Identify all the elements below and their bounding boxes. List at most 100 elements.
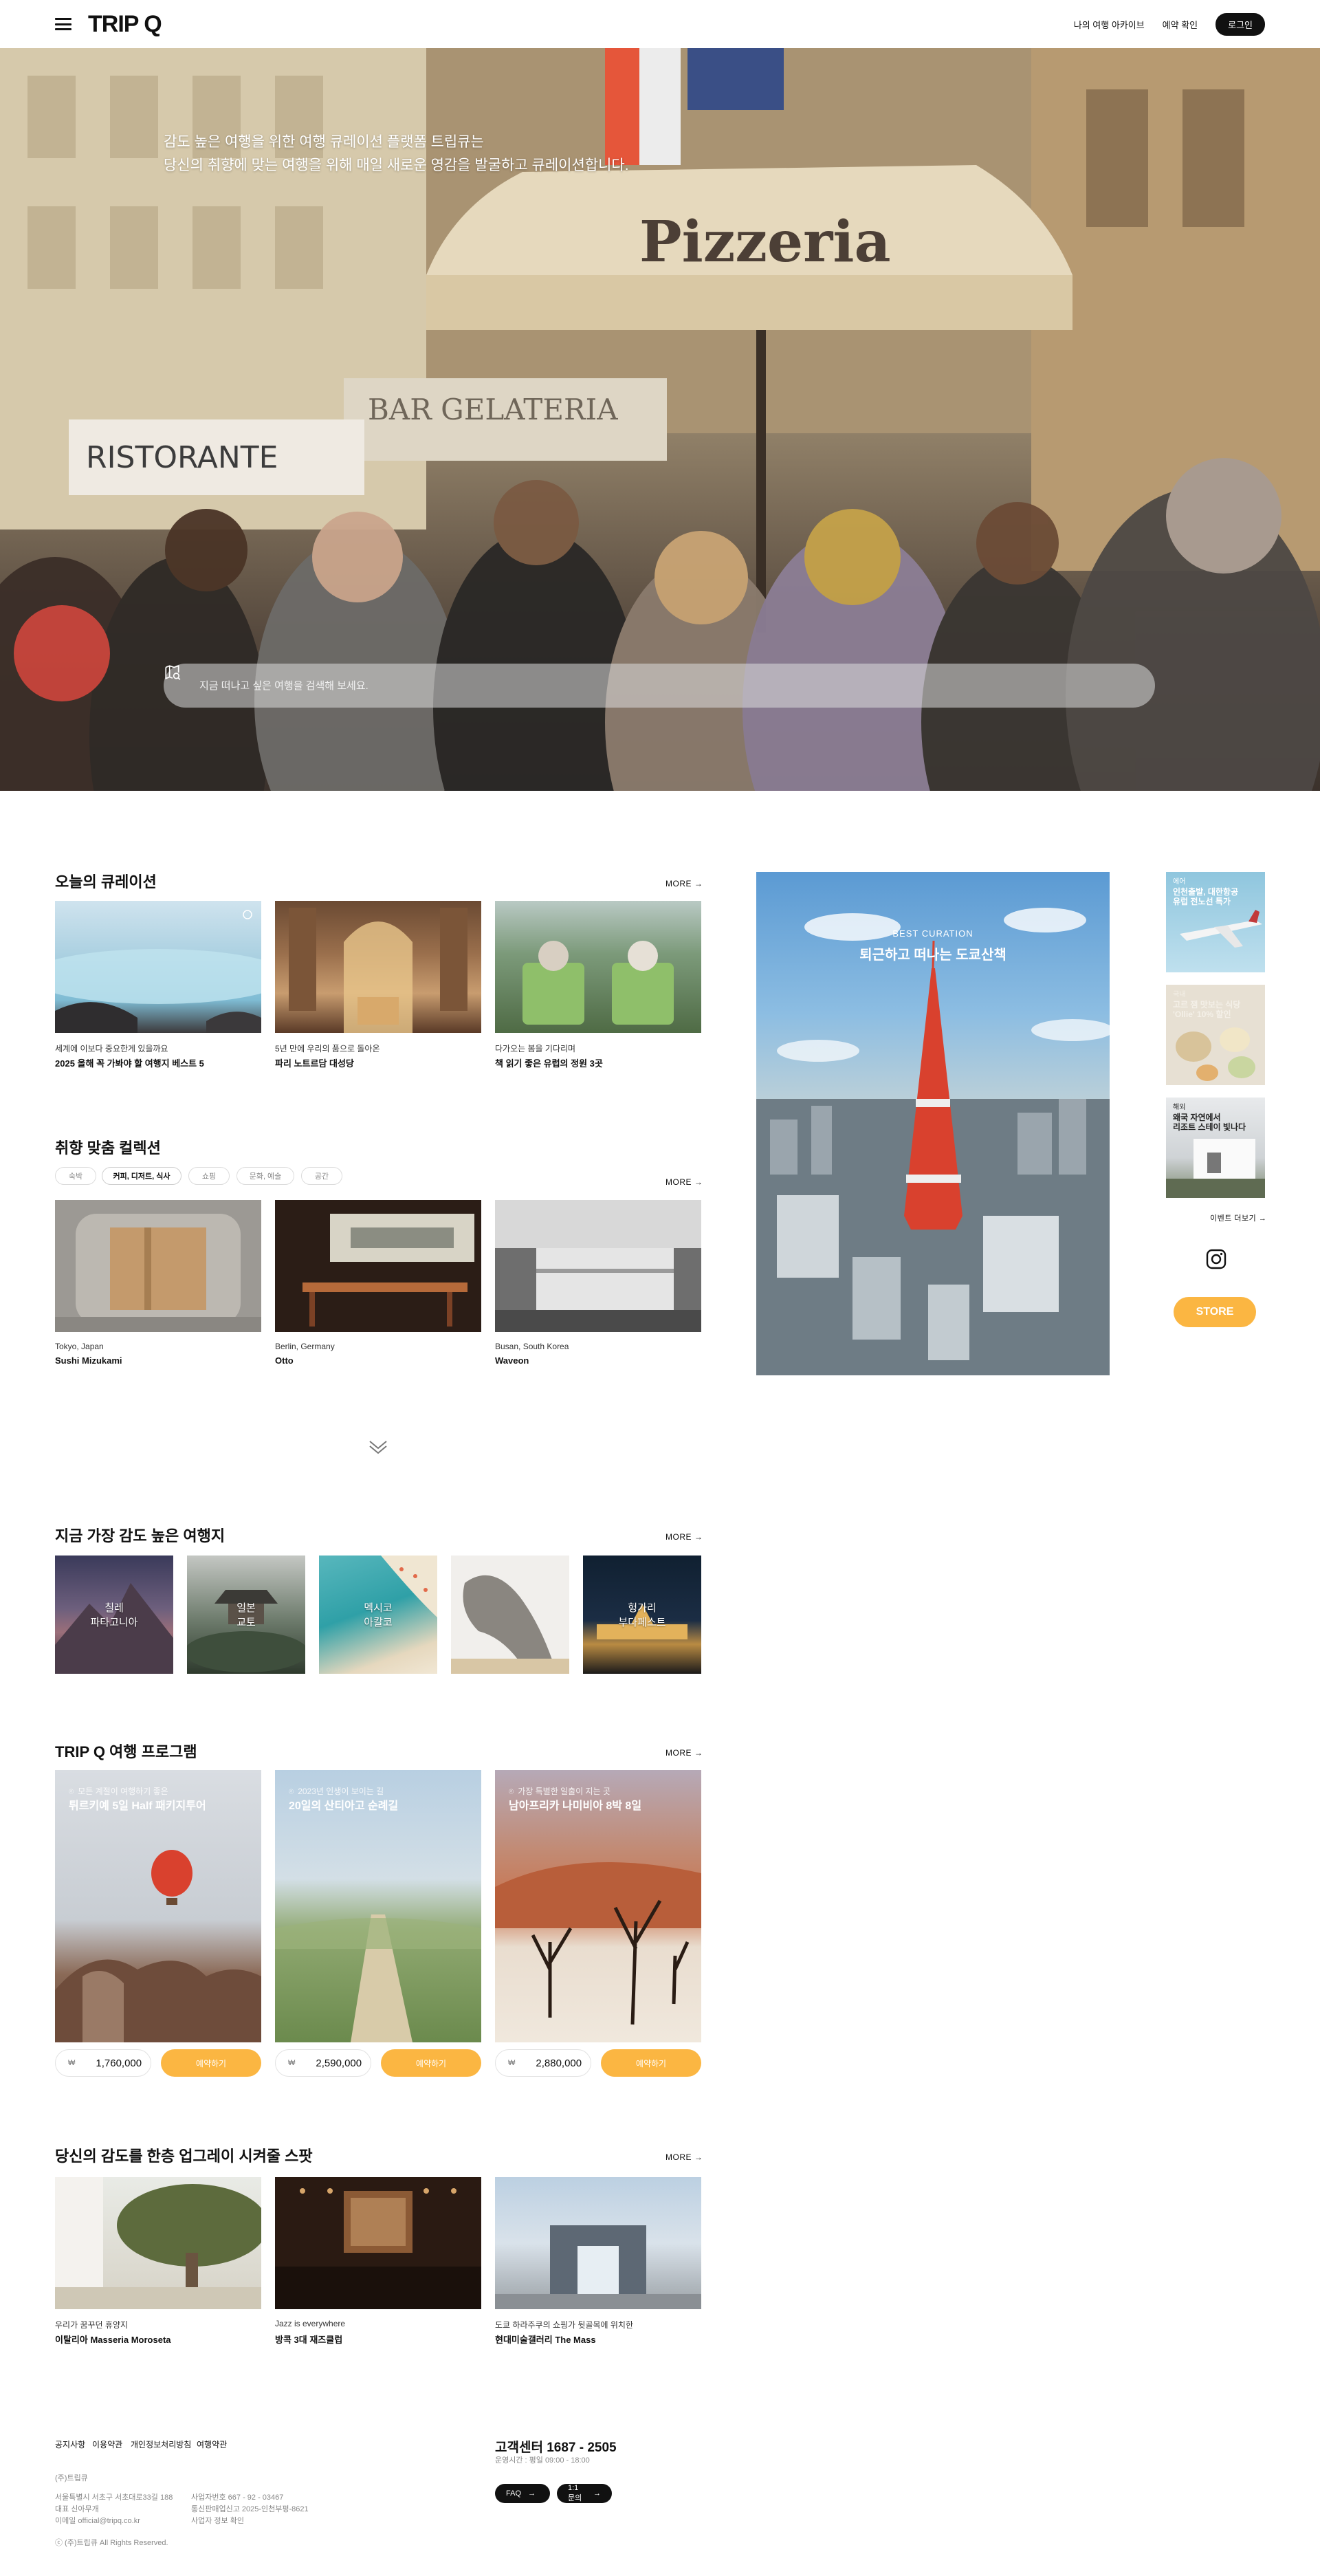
taste-card-image-2[interactable] — [275, 1200, 481, 1332]
program-card-2[interactable]: ⌾ 2023년 인생이 보이는 길 20일의 산티아고 순례길 — [275, 1770, 481, 2042]
business-info-link[interactable]: 사업자 정보 확인 — [191, 2515, 309, 2527]
taste-more-link[interactable]: MORE → — [666, 1177, 703, 1187]
upgrade-card-image-1[interactable] — [55, 2177, 261, 2309]
upgrade-card-title-3[interactable]: 현대미술갤러리 The Mass — [495, 2333, 596, 2346]
today-card-title-3[interactable]: 책 읽기 좋은 유럽의 정원 3곳 — [495, 1056, 603, 1069]
side-banner-text-2: 국내 고르 잼 맛보는 식당 'Ollie' 10% 할인 — [1173, 991, 1241, 1019]
store-button[interactable]: STORE — [1174, 1297, 1256, 1327]
garden-chairs-photo — [522, 941, 674, 1025]
scroll-down-chevron-icon[interactable] — [368, 1439, 388, 1455]
destination-patagonia[interactable]: 칠레 파타고니아 — [55, 1556, 173, 1674]
chip-space[interactable]: 공간 — [301, 1167, 342, 1185]
upgrade-card-sub-3: 도쿄 하라주쿠의 쇼핑가 뒷골목에 위치한 — [495, 2320, 634, 2330]
svg-text:BAR GELATERIA: BAR GELATERIA — [368, 393, 618, 426]
taste-card-image-1[interactable] — [55, 1200, 261, 1332]
today-card-image-1[interactable] — [55, 901, 261, 1033]
footer-travel-terms-link[interactable]: 여행약관 — [197, 2438, 227, 2450]
footer-copyright: ⓒ (주)트립큐 All Rights Reserved. — [55, 2539, 168, 2547]
upgrade-card-title-2[interactable]: 방콕 3대 재즈클럽 — [275, 2333, 342, 2346]
nav-booking-check[interactable]: 예약 확인 — [1163, 18, 1198, 31]
program-book-button-1[interactable]: 예약하기 — [161, 2049, 261, 2077]
location-pin-icon: ⌾ — [509, 1787, 514, 1796]
feature-tokyo-banner[interactable]: BEST CURATION 퇴근하고 떠나는 도쿄산책 — [756, 872, 1110, 1375]
search-bar — [164, 664, 1155, 708]
destinations-more-link[interactable]: MORE → — [666, 1532, 703, 1542]
arrow-right-icon: → — [593, 2489, 601, 2498]
search-input[interactable] — [199, 679, 1119, 692]
map-search-icon[interactable] — [164, 664, 182, 681]
destination-kyoto[interactable]: 일본 교토 — [187, 1556, 305, 1674]
today-card-title-1[interactable]: 2025 올해 꼭 가봐야 할 여행지 베스트 5 — [55, 1056, 204, 1069]
program-book-button-2[interactable]: 예약하기 — [381, 2049, 481, 2077]
lagoon-photo — [55, 910, 261, 1033]
login-button[interactable]: 로그인 — [1216, 12, 1265, 36]
nav-my-archive[interactable]: 나의 여행 아카이브 — [1074, 18, 1145, 31]
sushi-restaurant-photo — [55, 1214, 261, 1332]
destination-sculpture[interactable] — [451, 1556, 569, 1674]
program-card-3[interactable]: ⌾ 가장 특별한 일출이 지는 곳 남아프리카 나미비아 8박 8일 — [495, 1770, 701, 2042]
upgrade-card-image-2[interactable] — [275, 2177, 481, 2309]
masseria-olive-tree-photo — [55, 2177, 261, 2309]
faq-button[interactable]: FAQ → — [495, 2484, 550, 2503]
chip-stay[interactable]: 숙박 — [55, 1167, 96, 1185]
taste-collection-title: 취향 맞춤 컬렉션 — [55, 1139, 161, 1157]
footer-company-name: (주)트립큐 — [55, 2474, 88, 2482]
upgrade-card-sub-1: 우리가 꿈꾸던 휴양지 — [55, 2320, 129, 2330]
taste-card-sub-3: Busan, South Korea — [495, 1342, 569, 1351]
destination-budapest[interactable]: 헝가리 부다페스트 — [583, 1556, 701, 1674]
side-banner-food[interactable]: 국내 고르 잼 맛보는 식당 'Ollie' 10% 할인 — [1166, 985, 1265, 1085]
footer-privacy-link[interactable]: 개인정보처리방침 — [131, 2438, 191, 2450]
program-card-1[interactable]: ⌾ 모든 계절이 여행하기 좋은 튀르키예 5일 Half 패키지투어 — [55, 1770, 261, 2042]
today-card-sub-1: 세계에 이보다 중요한게 있을까요 — [55, 1044, 168, 1054]
header: TRIP Q 나의 여행 아카이브 예약 확인 로그인 — [0, 0, 1320, 48]
footer-info-col-2: 사업자번호 667 - 92 - 03467 통신판매업신고 2025-인천부평-… — [191, 2492, 309, 2527]
taste-card-title-1[interactable]: Sushi Mizukami — [55, 1355, 122, 1366]
today-curation-title: 오늘의 큐레이션 — [55, 873, 157, 891]
upgrade-card-title-1[interactable]: 이탈리아 Masseria Moroseta — [55, 2333, 171, 2346]
upgrade-card-image-3[interactable] — [495, 2177, 701, 2309]
upgrade-spots-title: 당신의 감도를 한층 업그레이 시켜줄 스팟 — [55, 2148, 313, 2165]
events-more-link[interactable]: 이벤트 더보기 → — [1210, 1212, 1266, 1223]
feature-title: 퇴근하고 떠나는 도쿄산책 — [859, 948, 1006, 963]
inquiry-button[interactable]: 1:1 문의 → — [557, 2484, 612, 2503]
chip-food[interactable]: 커피, 디저트, 식사 — [102, 1167, 182, 1185]
taste-card-title-2[interactable]: Otto — [275, 1355, 294, 1366]
today-card-title-2[interactable]: 파리 노트르담 대성당 — [275, 1056, 354, 1069]
footer-terms-link[interactable]: 이용약관 — [92, 2438, 122, 2450]
instagram-icon[interactable] — [1206, 1249, 1226, 1269]
program-book-button-3[interactable]: 예약하기 — [601, 2049, 701, 2077]
header-nav: 나의 여행 아카이브 예약 확인 로그인 — [1074, 12, 1265, 36]
hero-banner: Pizzeria BAR GELATERIA RISTORANTE 감도 높은 … — [0, 48, 1320, 791]
footer-notice-link[interactable]: 공지사항 — [55, 2438, 85, 2450]
today-card-sub-3: 다가오는 봄을 기다리며 — [495, 1044, 576, 1054]
taste-card-title-3[interactable]: Waveon — [495, 1355, 529, 1366]
location-pin-icon — [243, 910, 252, 919]
pizzeria-sign: Pizzeria — [639, 209, 891, 275]
programs-more-link[interactable]: MORE → — [666, 1748, 703, 1758]
customer-center-hours: 운영시간 : 평일 09:00 - 18:00 — [495, 2456, 590, 2465]
chip-culture[interactable]: 문화, 예술 — [236, 1167, 294, 1185]
hamburger-menu-icon[interactable] — [55, 18, 72, 30]
taste-card-sub-1: Tokyo, Japan — [55, 1342, 104, 1351]
upgrade-card-sub-2: Jazz is everywhere — [275, 2319, 346, 2328]
today-card-image-3[interactable] — [495, 901, 701, 1033]
chip-shopping[interactable]: 쇼핑 — [188, 1167, 230, 1185]
side-banner-airline[interactable]: 에어 인천출발, 대한항공 유럽 전노선 특가 — [1166, 872, 1265, 972]
arrow-right-icon: → — [528, 2489, 536, 2498]
hero-line-2: 당신의 취향에 맞는 여행을 위해 매일 새로운 영감을 발굴하고 큐레이션합니… — [164, 157, 629, 173]
upgrade-more-link[interactable]: MORE → — [666, 2152, 703, 2162]
taste-card-image-3[interactable] — [495, 1200, 701, 1332]
side-banner-resort[interactable]: 해외 왜국 자연에서 리조트 스테이 빛나다 — [1166, 1098, 1265, 1198]
today-more-link[interactable]: MORE → — [666, 879, 703, 888]
hero-line-1: 감도 높은 여행을 위한 여행 큐레이션 플랫폼 트립큐는 — [164, 134, 484, 150]
jazz-club-photo — [275, 2188, 481, 2309]
program-price-1: ₩1,760,000 — [55, 2049, 151, 2077]
logo[interactable]: TRIP Q — [88, 11, 162, 38]
today-card-image-2[interactable] — [275, 901, 481, 1033]
today-card-sub-2: 5년 만에 우리의 품으로 돌아온 — [275, 1044, 380, 1054]
side-banner-text-1: 에어 인천출발, 대한항공 유럽 전노선 특가 — [1173, 878, 1238, 906]
destination-acapulco[interactable]: 멕시코 아칼코 — [319, 1556, 437, 1674]
customer-center-title: 고객센터 1687 - 2505 — [495, 2441, 617, 2455]
otto-restaurant-photo — [302, 1214, 474, 1327]
hero-intro-text: 감도 높은 여행을 위한 여행 큐레이션 플랫폼 트립큐는 당신의 취향에 맞는… — [164, 131, 629, 177]
